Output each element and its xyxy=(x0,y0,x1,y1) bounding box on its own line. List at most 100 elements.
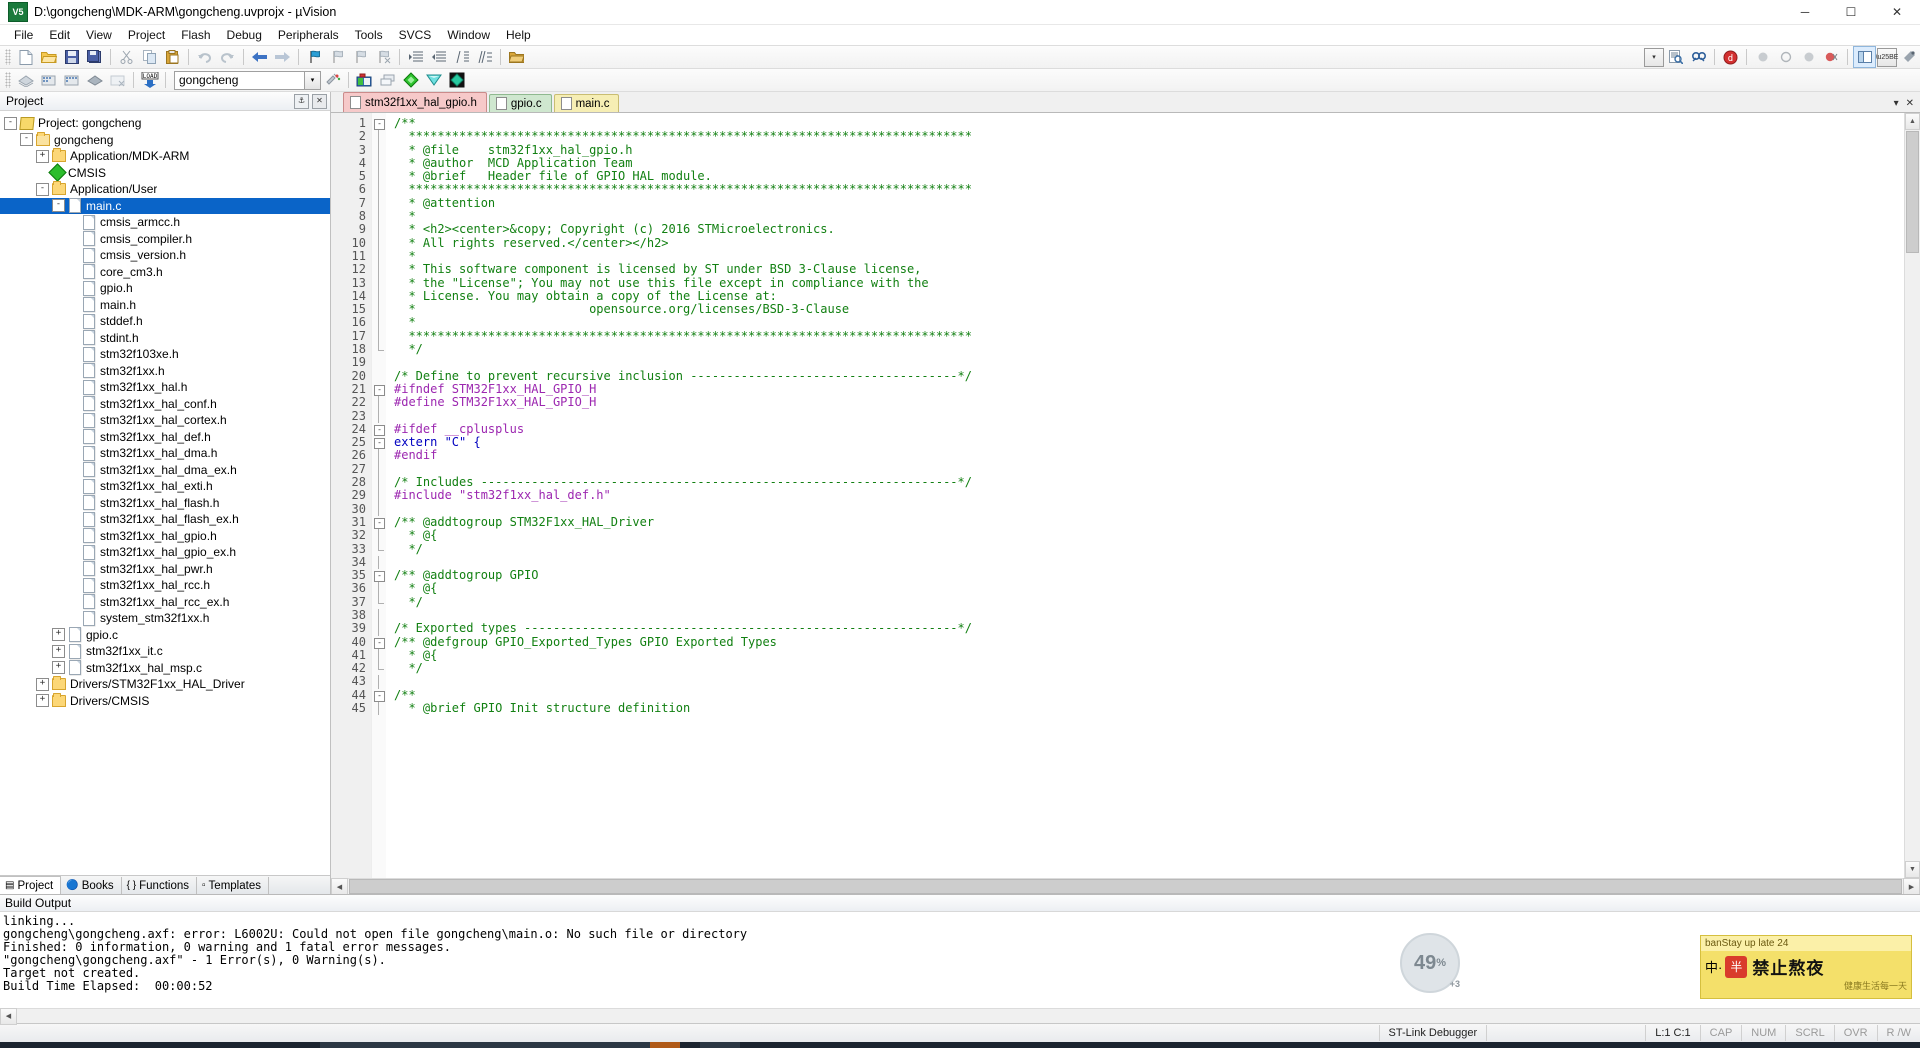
fold-cell[interactable]: - xyxy=(372,689,386,702)
menu-debug[interactable]: Debug xyxy=(219,26,270,44)
menu-project[interactable]: Project xyxy=(120,26,173,44)
find-in-files-icon[interactable] xyxy=(1665,47,1686,67)
window-layout-icon[interactable] xyxy=(1853,46,1876,68)
editor-horizontal-scrollbar[interactable]: ◀ ▶ xyxy=(331,878,1920,895)
fold-cell[interactable]: - xyxy=(372,423,386,436)
fold-cell[interactable]: - xyxy=(372,569,386,583)
select-software-packs-icon[interactable] xyxy=(446,70,467,90)
fold-collapse-icon[interactable]: - xyxy=(374,637,385,649)
menu-tools[interactable]: Tools xyxy=(347,26,391,44)
tree-item[interactable]: stm32f1xx_hal_exti.h xyxy=(0,478,330,495)
tab-functions[interactable]: { } Functions xyxy=(122,877,197,894)
open-folder-icon[interactable] xyxy=(506,47,527,67)
fold-cell[interactable]: - xyxy=(372,383,386,396)
toolbar-grip-2[interactable] xyxy=(5,72,11,88)
open-file-icon[interactable] xyxy=(38,47,59,67)
collapse-icon[interactable]: - xyxy=(4,116,17,130)
fold-cell[interactable]: - xyxy=(372,636,386,649)
cut-icon[interactable] xyxy=(116,47,137,67)
fold-collapse-icon[interactable]: - xyxy=(374,690,385,702)
source-lines[interactable]: /** ************************************… xyxy=(386,113,1904,878)
scroll-left-button[interactable]: ◀ xyxy=(331,878,348,895)
disable-all-breakpoints-icon[interactable] xyxy=(1798,47,1819,67)
tree-item[interactable]: stm32f1xx_hal_flash.h xyxy=(0,495,330,512)
tree-item[interactable]: + stm32f1xx_it.c xyxy=(0,643,330,660)
comment-lines-icon[interactable] xyxy=(451,47,472,67)
pack-installer-icon[interactable] xyxy=(400,70,421,90)
rebuild-all-icon[interactable] xyxy=(61,70,82,90)
chevron-down-icon[interactable]: ▾ xyxy=(1894,98,1899,109)
fold-cell[interactable]: - xyxy=(372,516,386,529)
fold-collapse-icon[interactable]: - xyxy=(374,424,385,436)
tree-item[interactable]: stm32f1xx.h xyxy=(0,363,330,380)
collapse-icon[interactable]: - xyxy=(36,182,49,196)
fold-collapse-icon[interactable]: - xyxy=(374,438,385,450)
tree-item[interactable]: stm32f1xx_hal_gpio.h xyxy=(0,528,330,545)
tree-item[interactable]: + gpio.c xyxy=(0,627,330,644)
minimize-button[interactable]: ─ xyxy=(1782,0,1828,24)
maximize-button[interactable]: ☐ xyxy=(1828,0,1874,24)
build-scroll-left-button[interactable]: ◀ xyxy=(0,1007,17,1025)
tab-project[interactable]: ▤ Project xyxy=(0,876,62,894)
undo-icon[interactable] xyxy=(194,47,215,67)
tree-item[interactable]: stdint.h xyxy=(0,330,330,347)
editor-tab-stm32f1xx-hal-gpio-h[interactable]: stm32f1xx_hal_gpio.h xyxy=(343,92,487,112)
expand-icon[interactable]: + xyxy=(36,694,49,708)
find-combo-dropdown-icon[interactable]: ▾ xyxy=(1644,47,1664,67)
toolbar-grip[interactable] xyxy=(5,49,11,65)
tree-item[interactable]: gpio.h xyxy=(0,280,330,297)
tree-item[interactable]: - main.c xyxy=(0,197,330,214)
hscroll-thumb[interactable] xyxy=(349,879,1902,894)
tree-item[interactable]: - gongcheng xyxy=(0,131,330,149)
download-to-flash-icon[interactable]: LOAD xyxy=(139,70,160,90)
collapse-icon[interactable]: - xyxy=(52,199,65,213)
expand-icon[interactable]: + xyxy=(52,661,65,675)
stop-build-icon[interactable] xyxy=(107,70,128,90)
taskbar-item-2[interactable] xyxy=(650,1042,680,1048)
tree-item[interactable]: core_cm3.h xyxy=(0,264,330,281)
menu-view[interactable]: View xyxy=(78,26,120,44)
scroll-up-button[interactable]: ▲ xyxy=(1905,113,1920,130)
menu-flash[interactable]: Flash xyxy=(173,26,218,44)
uncomment-lines-icon[interactable] xyxy=(474,47,495,67)
multi-project-icon[interactable] xyxy=(377,70,398,90)
build-target-icon[interactable] xyxy=(38,70,59,90)
kill-all-breakpoints-icon[interactable] xyxy=(1821,47,1842,67)
window-layout-dropdown-icon[interactable]: \u25BE xyxy=(1876,47,1898,67)
menu-file[interactable]: File xyxy=(6,26,41,44)
taskbar-item-3[interactable] xyxy=(700,1042,740,1048)
debug-session-icon[interactable]: d xyxy=(1720,47,1741,67)
disable-breakpoint-icon[interactable] xyxy=(1775,47,1796,67)
tree-item[interactable]: stm32f1xx_hal_gpio_ex.h xyxy=(0,544,330,561)
tree-item[interactable]: stm32f1xx_hal_dma.h xyxy=(0,445,330,462)
tree-item[interactable]: cmsis_version.h xyxy=(0,247,330,264)
close-tab-icon[interactable]: ✕ xyxy=(1906,98,1914,109)
fold-cell[interactable]: - xyxy=(372,117,386,130)
tree-item[interactable]: - Application/User xyxy=(0,181,330,198)
configuration-wizard-icon[interactable] xyxy=(1898,47,1919,67)
build-output-scrollbar[interactable]: ◀ xyxy=(0,1007,1920,1025)
tree-item[interactable]: stm32f1xx_hal_dma_ex.h xyxy=(0,462,330,479)
expand-icon[interactable]: + xyxy=(36,677,49,691)
fold-collapse-icon[interactable]: - xyxy=(374,384,385,396)
build-output-text[interactable]: linking... gongcheng\gongcheng.axf: error… xyxy=(0,912,1920,1008)
collapse-icon[interactable]: - xyxy=(20,133,33,147)
save-all-icon[interactable] xyxy=(84,47,105,67)
fold-collapse-icon[interactable]: - xyxy=(374,119,385,130)
tree-item[interactable]: + Application/MDK-ARM xyxy=(0,148,330,165)
pin-icon[interactable]: ⚓ xyxy=(294,93,309,109)
fold-collapse-icon[interactable]: - xyxy=(374,517,385,529)
menu-edit[interactable]: Edit xyxy=(41,26,78,44)
tree-item[interactable]: cmsis_compiler.h xyxy=(0,231,330,248)
editor-tab-gpio-c[interactable]: gpio.c xyxy=(488,94,552,112)
navigate-back-icon[interactable] xyxy=(249,47,270,67)
expand-icon[interactable]: + xyxy=(36,149,49,163)
manage-project-items-icon[interactable] xyxy=(354,70,375,90)
menu-window[interactable]: Window xyxy=(439,26,498,44)
tree-item[interactable]: stm32f1xx_hal_cortex.h xyxy=(0,412,330,429)
target-options-icon[interactable] xyxy=(322,70,343,90)
scroll-thumb[interactable] xyxy=(1906,131,1919,253)
tree-item[interactable]: stm32f1xx_hal_conf.h xyxy=(0,396,330,413)
fold-cell[interactable]: - xyxy=(372,436,386,450)
bookmark-prev-icon[interactable] xyxy=(327,47,348,67)
